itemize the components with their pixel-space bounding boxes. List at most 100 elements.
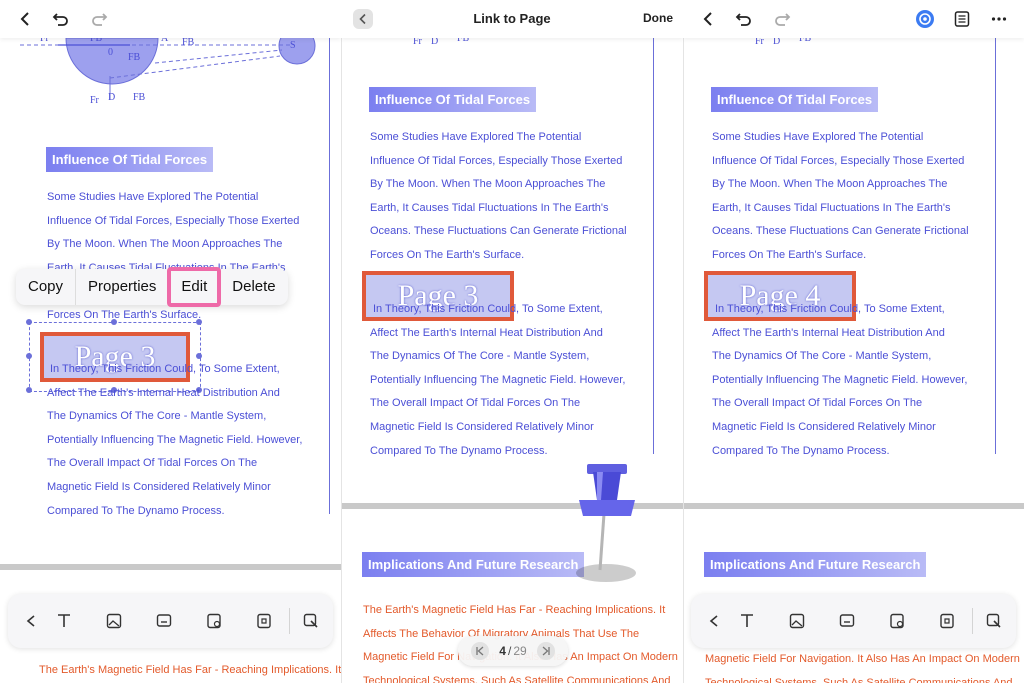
chevron-left-icon[interactable]	[18, 608, 44, 634]
text-line: Affect The Earth's Internal Heat Distrib…	[712, 326, 945, 339]
panel-divider	[683, 0, 684, 683]
resize-handle[interactable]	[196, 319, 202, 325]
text-line: Forces On The Earth's Surface.	[370, 248, 525, 261]
paragraph: In Theory, This Friction Could, To Some …	[712, 298, 997, 463]
text-line: Affect The Earth's Internal Heat Distrib…	[370, 326, 603, 339]
text-line: Potentially Influencing The Magnetic Fie…	[712, 373, 968, 386]
top-toolbar	[683, 0, 1024, 38]
text-line: The Dynamics Of The Core - Mantle System…	[370, 350, 590, 363]
text-line: Some Studies Have Explored The Potential	[47, 191, 259, 203]
resize-handle[interactable]	[26, 319, 32, 325]
text-line: Compared To The Dynamo Process.	[47, 504, 225, 517]
last-page-icon[interactable]	[536, 642, 555, 660]
text-icon[interactable]	[51, 608, 77, 634]
section-heading: Influence Of Tidal Forces	[369, 87, 537, 112]
text-line: Compared To The Dynamo Process.	[712, 444, 890, 457]
force-diagram	[20, 38, 316, 100]
text-line: Technological Systems, Such As Satellite…	[363, 674, 671, 683]
page-gap	[683, 503, 1024, 509]
edit-document-icon[interactable]	[884, 608, 910, 634]
undo-icon[interactable]	[50, 8, 72, 30]
paragraph: In Theory, This Friction Could, To Some …	[370, 298, 655, 463]
text-line: Influence Of Tidal Forces, Especially Th…	[47, 214, 300, 227]
redo-icon[interactable]	[88, 8, 110, 30]
properties-menu-item[interactable]: Properties	[76, 269, 168, 305]
text-line: In Theory, This Friction Could, To Some …	[715, 303, 945, 315]
text-line: By The Moon. When The Moon Approaches Th…	[370, 178, 606, 191]
page-gap	[0, 564, 341, 570]
text-line: The Overall Impact Of Tidal Forces On Th…	[47, 457, 258, 470]
text-line: Influence Of Tidal Forces, Especially Th…	[712, 154, 965, 167]
ocr-icon[interactable]	[251, 608, 277, 634]
total-pages: 29	[513, 644, 527, 658]
panel-divider	[341, 0, 342, 683]
first-page-icon[interactable]	[471, 642, 490, 660]
text-line: The Dynamics Of The Core - Mantle System…	[712, 350, 932, 363]
diagram-label: S	[290, 40, 296, 51]
paragraph: Some Studies Have Explored The Potential…	[370, 126, 655, 268]
edit-document-icon[interactable]	[201, 608, 227, 634]
diagram-label: FB	[133, 92, 146, 103]
link-icon[interactable]	[834, 608, 860, 634]
context-menu: Copy Properties Edit Delete	[16, 267, 288, 307]
panel-link-to-page: Link to Page Done Fr D FB Influence Of T…	[341, 0, 683, 683]
copy-menu-item[interactable]: Copy	[16, 269, 75, 305]
text-line: Magnetic Field For Navigation. It Also H…	[705, 653, 1020, 665]
outline-icon[interactable]	[951, 8, 973, 30]
bottom-toolbar	[691, 594, 1016, 648]
more-icon[interactable]	[988, 8, 1010, 30]
diagram-label: 0	[108, 47, 113, 58]
page-separator: /	[507, 644, 512, 658]
text-line: The Overall Impact Of Tidal Forces On Th…	[712, 397, 923, 410]
text-line: The Overall Impact Of Tidal Forces On Th…	[370, 397, 581, 410]
bottom-text: The Earth's Magnetic Field Has Far - Rea…	[39, 664, 341, 676]
paragraph: In Theory, This Friction Could, To Some …	[47, 358, 329, 523]
text-line: Oceans. These Fluctuations Can Generate …	[370, 225, 627, 238]
diagram-label: D	[108, 92, 116, 103]
page-indicator: 4 / 29	[458, 636, 568, 666]
page-title: Link to Page	[473, 11, 551, 26]
image-icon[interactable]	[784, 608, 810, 634]
chevron-left-icon[interactable]	[701, 608, 727, 634]
text-line: Magnetic Field Is Considered Relatively …	[712, 420, 936, 433]
link-icon[interactable]	[981, 608, 1007, 634]
panel-edit-menu: Fr FB 0 FB A FB S Fr D FB Influence Of T…	[0, 0, 341, 683]
section-heading: Influence Of Tidal Forces	[46, 147, 214, 172]
push-pin-icon	[576, 464, 636, 582]
ocr-icon[interactable]	[934, 608, 960, 634]
top-toolbar	[0, 0, 341, 38]
image-icon[interactable]	[101, 608, 127, 634]
text-line: Oceans. These Fluctuations Can Generate …	[712, 225, 969, 238]
diagram-label: FB	[182, 37, 195, 48]
chevron-left-icon[interactable]	[14, 8, 36, 30]
section-heading: Implications And Future Research	[362, 552, 585, 577]
text-line: Potentially Influencing The Magnetic Fie…	[370, 373, 626, 386]
resize-handle[interactable]	[26, 387, 32, 393]
text-line: The Earth's Magnetic Field Has Far - Rea…	[363, 604, 666, 616]
edit-menu-item[interactable]: Edit	[167, 267, 222, 307]
link-icon[interactable]	[151, 608, 177, 634]
page-border	[329, 38, 330, 514]
text-line: Affect The Earth's Internal Heat Distrib…	[47, 386, 280, 399]
text-line: Technological Systems, Such As Satellite…	[705, 676, 1013, 683]
text-line: Some Studies Have Explored The Potential	[712, 131, 924, 143]
toolbar-separator	[289, 608, 290, 634]
text-line: In Theory, This Friction Could, To Some …	[373, 303, 603, 315]
paragraph: Some Studies Have Explored The Potential…	[712, 126, 997, 268]
done-button[interactable]: Done	[643, 11, 673, 25]
diagram-label: Fr	[90, 95, 99, 106]
resize-handle[interactable]	[26, 353, 32, 359]
chevron-left-icon[interactable]	[697, 8, 719, 30]
text-icon[interactable]	[734, 608, 760, 634]
current-page: 4	[499, 644, 506, 658]
ai-assistant-icon[interactable]	[914, 8, 936, 30]
undo-icon[interactable]	[733, 8, 755, 30]
text-line: Earth, It Causes Tidal Fluctuations In T…	[712, 201, 951, 214]
delete-menu-item[interactable]: Delete	[220, 269, 287, 305]
text-line: Some Studies Have Explored The Potential	[370, 131, 582, 143]
redo-icon[interactable]	[771, 8, 793, 30]
text-line: Magnetic Field Is Considered Relatively …	[370, 420, 594, 433]
link-icon[interactable]	[298, 608, 324, 634]
section-heading: Influence Of Tidal Forces	[711, 87, 879, 112]
resize-handle[interactable]	[111, 319, 117, 325]
